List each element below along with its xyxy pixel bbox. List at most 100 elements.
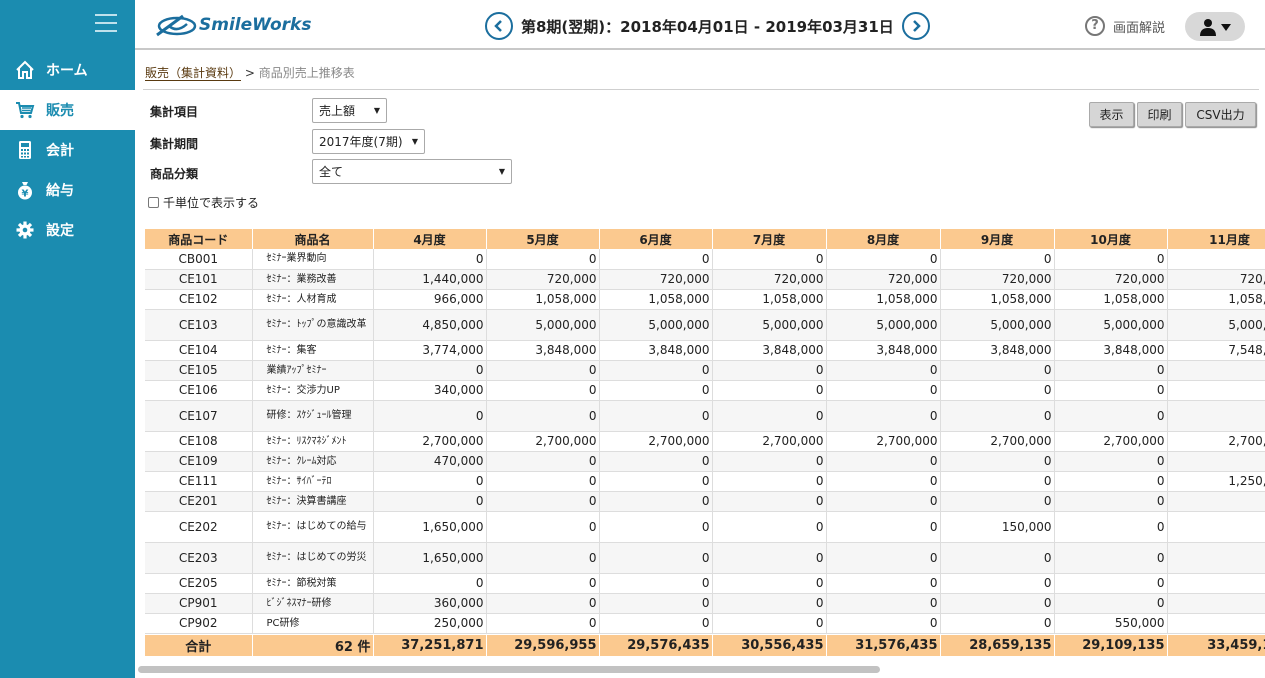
monthly-sales-cell: 0 bbox=[599, 573, 713, 594]
monthly-sales-cell: 0 bbox=[373, 491, 487, 512]
user-menu-button[interactable] bbox=[1185, 12, 1245, 41]
monthly-sales-cell: 720,000 bbox=[712, 269, 827, 290]
monthly-sales-cell: 0 bbox=[1167, 360, 1265, 381]
table-row: CE104 ｾﾐﾅｰ：集客 3,774,000 3,848,000 3,848,000 3… bbox=[145, 340, 1265, 361]
csv-export-button[interactable]: CSV出力 bbox=[1185, 102, 1256, 127]
monthly-sales-cell: 0 bbox=[712, 380, 827, 401]
product-name: ｾﾐﾅｰ：はじめての労災 bbox=[252, 542, 374, 574]
sidebar-item-label: 設定 bbox=[46, 223, 74, 239]
monthly-sales-cell: 4,850,000 bbox=[373, 309, 487, 341]
horizontal-scrollbar[interactable] bbox=[138, 666, 880, 673]
monthly-sales-cell: 0 bbox=[486, 573, 600, 594]
product-code: CE102 bbox=[145, 289, 253, 310]
breadcrumb-separator: > bbox=[241, 66, 259, 80]
item-select[interactable]: 売上額 ▼ bbox=[312, 98, 387, 123]
product-code: CE205 bbox=[145, 573, 253, 594]
monthly-sales-cell: 0 bbox=[1167, 451, 1265, 472]
product-name: ｾﾐﾅｰ：業務改善 bbox=[252, 269, 374, 290]
monthly-sales-cell: 0 bbox=[712, 573, 827, 594]
monthly-sales-cell: 0 bbox=[940, 613, 1055, 634]
monthly-sales-cell: 0 bbox=[486, 593, 600, 614]
monthly-sales-cell: 3,848,000 bbox=[826, 340, 941, 361]
sidebar-item-sales[interactable]: 販売 bbox=[0, 90, 135, 130]
monthly-sales-cell: 0 bbox=[1167, 511, 1265, 543]
prev-period-button[interactable] bbox=[485, 12, 513, 40]
sales-table-container[interactable]: 商品コード 商品名 4月度 5月度 6月度 7月度 8月度 9月度 10月度 11月度 CB001… bbox=[145, 229, 1265, 659]
monthly-sales-cell: 0 bbox=[940, 360, 1055, 381]
monthly-sales-cell: 550,000 bbox=[1054, 613, 1168, 634]
gear-icon bbox=[14, 219, 36, 241]
monthly-sales-cell: 250,000 bbox=[373, 613, 487, 634]
category-select[interactable]: 全て ▼ bbox=[312, 159, 512, 184]
sidebar-item-home[interactable]: ホーム bbox=[0, 50, 135, 90]
sidebar-item-accounting[interactable]: 会計 bbox=[0, 130, 135, 170]
table-row: CE111ｾﾐﾅｰ：ｻｲﾊﾞｰﾃﾛ00000001,250,000 bbox=[145, 471, 1265, 492]
monthly-sales-cell: 0 bbox=[599, 542, 713, 574]
logo[interactable]: SmileWorks bbox=[155, 13, 311, 37]
caret-down-icon: ▼ bbox=[498, 167, 505, 176]
monthly-sales-cell: 0 bbox=[826, 573, 941, 594]
calculator-icon bbox=[14, 139, 36, 161]
monthly-sales-cell: 1,058,000 bbox=[940, 289, 1055, 310]
product-name: 研修：ｽｹｼﾞｭｰﾙ管理 bbox=[252, 400, 374, 432]
table-row: CB001ｾﾐﾅｰ業界動向00000000 bbox=[145, 249, 1265, 270]
monthly-sales-cell: 0 bbox=[373, 360, 487, 381]
column-header: 10月度 bbox=[1054, 229, 1168, 249]
product-code: CB001 bbox=[145, 249, 253, 270]
period-select-value: 2017年度(7期) bbox=[319, 135, 403, 149]
product-code: CE101 bbox=[145, 269, 253, 290]
category-label: 商品分類 bbox=[150, 167, 199, 181]
monthly-sales-cell: 0 bbox=[486, 542, 600, 574]
monthly-sales-cell: 2,700,000 bbox=[1054, 431, 1168, 452]
table-row: CE107研修：ｽｹｼﾞｭｰﾙ管理00000000 bbox=[145, 400, 1265, 432]
monthly-sales-cell: 360,000 bbox=[373, 593, 487, 614]
divider bbox=[143, 89, 1259, 90]
thousands-checkbox[interactable] bbox=[148, 197, 159, 208]
product-name: ｾﾐﾅｰ：節税対策 bbox=[252, 573, 374, 594]
breadcrumb-current: 商品別売上推移表 bbox=[258, 66, 355, 80]
monthly-sales-cell: 0 bbox=[486, 249, 600, 270]
monthly-sales-cell: 0 bbox=[599, 613, 713, 634]
monthly-sales-cell: 0 bbox=[826, 542, 941, 574]
period-label: 集計期間 bbox=[150, 137, 199, 151]
sidebar-item-payroll[interactable]: ¥ 給与 bbox=[0, 170, 135, 210]
money-bag-icon: ¥ bbox=[14, 179, 36, 201]
sidebar-item-settings[interactable]: 設定 bbox=[0, 210, 135, 250]
product-name: ｾﾐﾅｰ：はじめての給与 bbox=[252, 511, 374, 543]
monthly-sales-cell: 0 bbox=[1167, 380, 1265, 401]
monthly-sales-cell: 0 bbox=[599, 400, 713, 432]
caret-down-icon: ▼ bbox=[373, 106, 380, 115]
monthly-sales-cell: 0 bbox=[599, 249, 713, 270]
category-select-value: 全て bbox=[319, 165, 344, 179]
next-period-button[interactable] bbox=[901, 12, 930, 40]
product-name: ｾﾐﾅｰ業界動向 bbox=[252, 249, 374, 270]
help-link[interactable]: ? 画面解説 bbox=[1085, 16, 1165, 36]
monthly-sales-cell: 0 bbox=[599, 471, 713, 492]
svg-text:¥: ¥ bbox=[22, 189, 29, 200]
monthly-sales-cell: 720,000 bbox=[1054, 269, 1168, 290]
breadcrumb-parent-link[interactable]: 販売（集計資料） bbox=[145, 66, 242, 81]
monthly-sales-cell: 0 bbox=[712, 400, 827, 432]
monthly-sales-cell: 3,848,000 bbox=[1054, 340, 1168, 361]
monthly-sales-cell: 0 bbox=[826, 400, 941, 432]
monthly-sales-cell: 0 bbox=[1054, 511, 1168, 543]
monthly-sales-cell: 0 bbox=[940, 542, 1055, 574]
table-row: CE102 ｾﾐﾅｰ：人材育成 966,000 1,058,000 1,058,000 1… bbox=[145, 289, 1265, 310]
menu-icon[interactable] bbox=[95, 14, 117, 34]
print-button[interactable]: 印刷 bbox=[1137, 102, 1182, 127]
monthly-sales-cell: 720,000 bbox=[826, 269, 941, 290]
monthly-sales-cell: 0 bbox=[712, 249, 827, 270]
show-button[interactable]: 表示 bbox=[1089, 102, 1134, 127]
period-select[interactable]: 2017年度(7期) ▼ bbox=[312, 129, 425, 154]
column-header: 4月度 bbox=[373, 229, 487, 249]
monthly-sales-cell: 0 bbox=[1054, 471, 1168, 492]
monthly-sales-cell: 966,000 bbox=[373, 289, 487, 310]
total-sales-cell: 30,556,435 bbox=[712, 635, 827, 656]
monthly-sales-cell: 0 bbox=[712, 360, 827, 381]
monthly-sales-cell: 0 bbox=[1167, 542, 1265, 574]
table-row: CE106ｾﾐﾅｰ：交渉力UP340,0000000000 bbox=[145, 380, 1265, 401]
monthly-sales-cell: 0 bbox=[1167, 249, 1265, 270]
column-header: 11月度 bbox=[1167, 229, 1265, 249]
monthly-sales-cell: 3,848,000 bbox=[599, 340, 713, 361]
monthly-sales-cell: 0 bbox=[940, 451, 1055, 472]
